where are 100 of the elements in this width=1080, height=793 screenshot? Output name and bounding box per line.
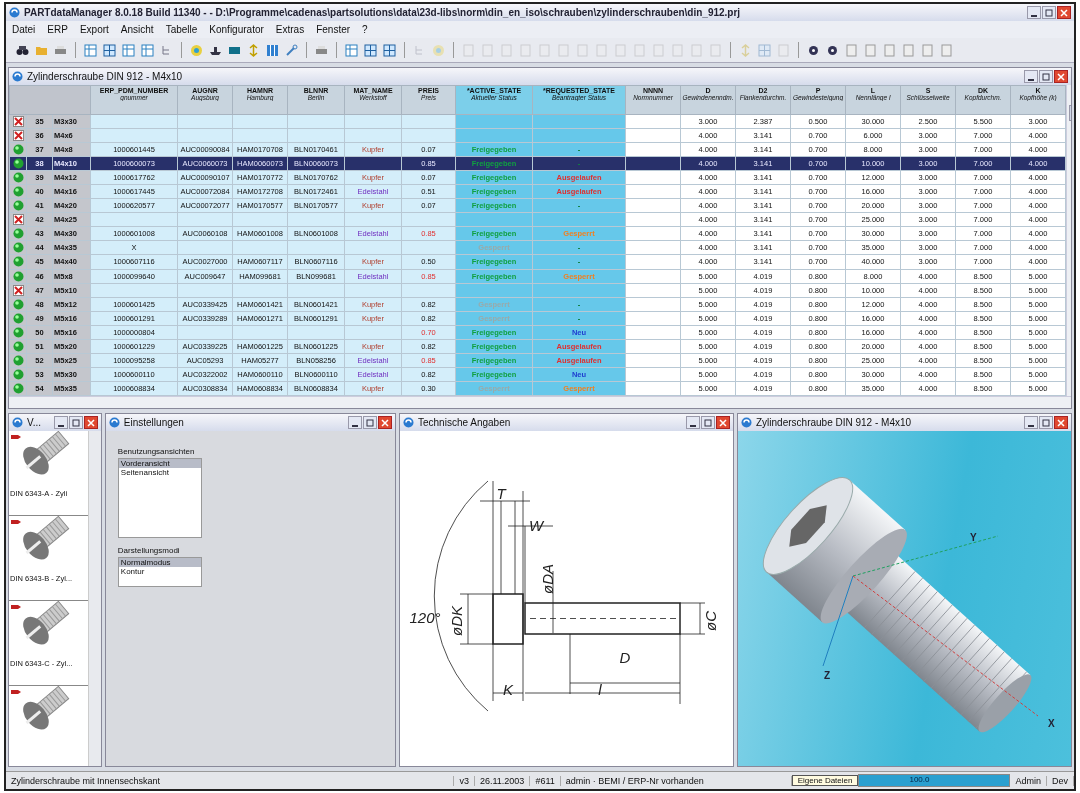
minimize-icon (1028, 78, 1034, 81)
page-icon (481, 43, 494, 57)
printer-icon (54, 43, 67, 57)
tag-icon (11, 689, 21, 695)
minimize-icon (57, 424, 64, 427)
grid-icon (383, 43, 396, 57)
app-logo-icon (403, 417, 414, 428)
page-icon (500, 43, 513, 57)
maximize-icon (366, 418, 374, 427)
panel-title: Zylinderschraube DIN 912 - M4x10 (756, 417, 913, 428)
status-user: Admin (1010, 775, 1047, 786)
table-icon (141, 43, 154, 57)
progress-text: 100.0 (909, 775, 930, 784)
dimension-label: W (528, 517, 544, 534)
menu-item[interactable]: ERP (47, 24, 68, 35)
page-icon (576, 43, 589, 57)
minimize-icon (1028, 424, 1034, 427)
list-option[interactable]: Normalmodus (118, 558, 201, 567)
dimension-label: D (619, 649, 631, 666)
columns-icon (266, 43, 279, 57)
page-icon (777, 43, 790, 57)
close-button[interactable] (1054, 416, 1068, 429)
maximize-icon (71, 418, 80, 427)
close-icon (381, 418, 389, 427)
minimize-button[interactable] (686, 416, 700, 429)
arrows-icon (739, 43, 752, 57)
maximize-icon (704, 418, 712, 427)
tag-icon (11, 434, 21, 440)
horizontal-scrollbar[interactable] (9, 396, 1071, 408)
list-label: Darstellungsmodi (117, 546, 180, 555)
menu-item[interactable]: Export (79, 24, 109, 35)
list-option[interactable]: Seitenansicht (118, 468, 201, 477)
page-icon (633, 43, 646, 57)
maximize-icon (1042, 72, 1050, 81)
close-icon (86, 418, 95, 427)
status-info: admin · BEMI / ERP-Nr vorhanden (560, 775, 792, 786)
menu-item[interactable]: ? (362, 24, 368, 35)
close-icon (1060, 8, 1068, 17)
dimension-label: l (598, 681, 602, 698)
dimension-label: øDA (539, 564, 556, 594)
window-title: Zylinderschraube DIN 912 - M4x10 (27, 71, 184, 82)
arrows-icon (247, 43, 260, 57)
panel-title: Einstellungen (123, 417, 185, 428)
page-icon (519, 43, 532, 57)
status-text: Zylinderschraube mit Innensechskant (6, 775, 455, 786)
tag-icon (11, 604, 21, 610)
wrench-icon (285, 43, 298, 57)
minimize-button[interactable] (1024, 416, 1038, 429)
close-button[interactable] (378, 416, 392, 429)
minimize-button[interactable] (1027, 6, 1041, 19)
panel-title: V... (27, 417, 43, 428)
dimension-label: øDK (448, 606, 465, 636)
page-icon (883, 43, 896, 57)
status-number: #611 (530, 775, 561, 786)
minimize-icon (1031, 14, 1037, 17)
axis-label: Z (824, 670, 831, 681)
panel-title: Technische Angaben (418, 417, 512, 428)
list-box[interactable]: Normalmodus Kontur (117, 557, 202, 587)
vertical-scrollbar[interactable] (87, 431, 101, 766)
printer-icon (315, 43, 328, 57)
list-option[interactable]: Vorderansicht (118, 459, 201, 468)
menu-item[interactable]: Tabelle (165, 24, 198, 35)
status-folder: Eigene Dateien (791, 775, 859, 786)
page-icon (557, 43, 570, 57)
close-button[interactable] (1054, 70, 1068, 83)
list-box[interactable]: Vorderansicht Seitenansicht (117, 458, 202, 538)
page-icon (595, 43, 608, 57)
axis-label: X (1048, 718, 1055, 729)
minimize-button[interactable] (348, 416, 362, 429)
grid-icon (758, 43, 771, 57)
menu-item[interactable]: Ansicht (120, 24, 154, 35)
maximize-icon (1045, 8, 1053, 17)
close-button[interactable] (716, 416, 730, 429)
app-logo-icon (741, 417, 752, 428)
page-icon (864, 43, 877, 57)
app-logo-icon (9, 7, 20, 18)
page-icon (614, 43, 627, 57)
page-icon (538, 43, 551, 57)
close-icon (1057, 418, 1065, 427)
close-button[interactable] (83, 416, 98, 429)
grid-icon (103, 43, 116, 57)
axis-label: Y (970, 532, 977, 543)
binoculars-icon (16, 43, 29, 57)
menu-item[interactable]: Konfigurator (209, 24, 264, 35)
menu-item[interactable]: Extras (275, 24, 305, 35)
close-icon (1057, 72, 1065, 81)
menu-item[interactable]: Fenster (316, 24, 351, 35)
dimension-label: 120° (409, 609, 441, 626)
list-option[interactable]: Kontur (118, 567, 201, 576)
minimize-button[interactable] (1024, 70, 1038, 83)
page-icon (462, 43, 475, 57)
table-icon (345, 43, 358, 57)
page-icon (940, 43, 953, 57)
menu-item[interactable]: Datei (12, 24, 36, 35)
status-mode: Dev (1047, 775, 1074, 786)
dimension-label: T (496, 485, 506, 502)
close-button[interactable] (1057, 6, 1071, 19)
table-icon (122, 43, 135, 57)
minimize-button[interactable] (53, 416, 68, 429)
app-logo-icon (108, 417, 120, 428)
